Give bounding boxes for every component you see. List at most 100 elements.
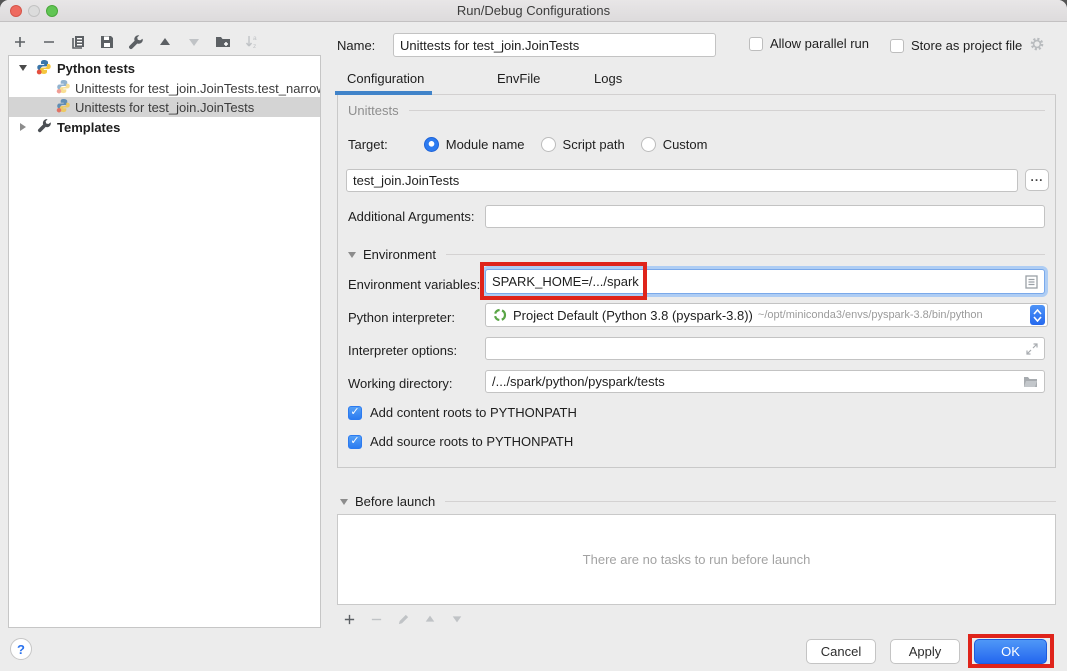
- cancel-button[interactable]: Cancel: [806, 639, 876, 664]
- python-test-icon: [56, 98, 71, 116]
- target-custom-label: Custom: [663, 137, 708, 152]
- environment-variables-input[interactable]: SPARK_HOME=/.../spark: [485, 269, 1045, 294]
- target-label: Target:: [348, 137, 388, 152]
- environment-variables-value: SPARK_HOME=/.../spark: [492, 274, 639, 289]
- run-debug-configurations-dialog: Run/Debug Configurations az Python test: [0, 0, 1067, 671]
- move-up-icon[interactable]: [157, 34, 173, 50]
- section-divider-line: [409, 110, 1045, 111]
- before-launch-task-list: There are no tasks to run before launch: [337, 514, 1056, 605]
- tree-item-label: Unittests for test_join.JoinTests: [75, 100, 254, 115]
- interpreter-options-row: Interpreter options:: [348, 343, 457, 358]
- tree-item-unittests-jointests-selected[interactable]: Unittests for test_join.JoinTests: [9, 97, 320, 117]
- allow-parallel-run-option[interactable]: Allow parallel run: [749, 36, 869, 51]
- tree-item-unittests-test-narrow[interactable]: Unittests for test_join.JoinTests.test_n…: [9, 78, 320, 98]
- python-tests-icon: [36, 59, 52, 78]
- working-directory-value: /.../spark/python/pyspark/tests: [492, 374, 665, 389]
- python-interpreter-select[interactable]: Project Default (Python 3.8 (pyspark-3.8…: [485, 303, 1048, 327]
- titlebar: Run/Debug Configurations: [0, 0, 1067, 22]
- environment-section-header[interactable]: Environment: [348, 247, 1045, 262]
- expand-field-icon[interactable]: [1026, 343, 1038, 355]
- add-source-roots-label: Add source roots to PYTHONPATH: [370, 434, 573, 449]
- apply-button[interactable]: Apply: [890, 639, 960, 664]
- target-module-name-label: Module name: [446, 137, 525, 152]
- additional-arguments-row: Additional Arguments:: [348, 209, 474, 224]
- target-module-name-radio[interactable]: [424, 137, 439, 152]
- section-divider-line: [446, 254, 1045, 255]
- templates-wrench-icon: [37, 118, 52, 136]
- section-divider-line: [445, 501, 1056, 502]
- interpreter-icon: [493, 308, 507, 322]
- move-task-up-icon[interactable]: [422, 611, 438, 627]
- move-task-down-icon[interactable]: [449, 611, 465, 627]
- module-name-input[interactable]: [346, 169, 1018, 192]
- add-task-icon[interactable]: [341, 611, 357, 627]
- name-input[interactable]: [393, 33, 716, 57]
- add-content-roots-label: Add content roots to PYTHONPATH: [370, 405, 577, 420]
- interpreter-dropdown-stepper-icon[interactable]: [1030, 305, 1045, 325]
- move-down-icon[interactable]: [186, 34, 202, 50]
- name-label: Name:: [337, 38, 375, 53]
- store-as-project-file-label: Store as project file: [911, 38, 1022, 53]
- allow-parallel-run-checkbox[interactable]: [749, 37, 763, 51]
- python-interpreter-value: Project Default (Python 3.8 (pyspark-3.8…: [513, 308, 753, 323]
- working-directory-row: Working directory:: [348, 376, 453, 391]
- tab-configuration[interactable]: Configuration: [347, 71, 424, 86]
- browse-folder-icon[interactable]: [1023, 375, 1038, 388]
- ok-button[interactable]: OK: [974, 639, 1047, 664]
- save-configuration-icon[interactable]: [99, 34, 115, 50]
- add-source-roots-checkbox[interactable]: ✓: [348, 435, 362, 449]
- configurations-tree: Python tests Unittests for test_join.Joi…: [8, 55, 321, 628]
- before-launch-collapse-icon[interactable]: [340, 499, 348, 505]
- svg-text:z: z: [253, 43, 256, 50]
- store-as-project-file-option[interactable]: Store as project file: [890, 36, 1045, 55]
- remove-task-icon[interactable]: [368, 611, 384, 627]
- edit-environment-variables-icon[interactable]: [1025, 275, 1038, 289]
- copy-configuration-icon[interactable]: [70, 34, 86, 50]
- tree-item-templates[interactable]: Templates: [9, 117, 320, 137]
- help-button[interactable]: ?: [10, 638, 32, 660]
- tree-item-label: Templates: [57, 120, 120, 135]
- tree-item-python-tests[interactable]: Python tests: [9, 58, 320, 78]
- python-interpreter-path: ~/opt/miniconda3/envs/pyspark-3.8/bin/py…: [758, 309, 983, 321]
- store-options-gear-icon[interactable]: [1029, 36, 1045, 55]
- add-content-roots-checkbox[interactable]: ✓: [348, 406, 362, 420]
- target-row: Target: Module name Script path Custom: [348, 137, 707, 152]
- add-content-roots-option[interactable]: ✓ Add content roots to PYTHONPATH: [348, 405, 577, 420]
- before-launch-section-header[interactable]: Before launch: [340, 494, 1056, 509]
- unittests-section-header: Unittests: [348, 103, 1045, 118]
- allow-parallel-run-label: Allow parallel run: [770, 36, 869, 51]
- environment-section-label: Environment: [363, 247, 436, 262]
- browse-module-button[interactable]: ...: [1025, 169, 1049, 191]
- add-configuration-icon[interactable]: [12, 34, 28, 50]
- svg-text:a: a: [253, 35, 257, 42]
- store-as-project-file-checkbox[interactable]: [890, 39, 904, 53]
- before-launch-label: Before launch: [355, 494, 435, 509]
- additional-arguments-input[interactable]: [485, 205, 1045, 228]
- target-script-path-radio[interactable]: [541, 137, 556, 152]
- environment-collapse-icon[interactable]: [348, 252, 356, 258]
- expand-arrow-icon[interactable]: [19, 65, 27, 71]
- before-launch-empty-message: There are no tasks to run before launch: [583, 552, 811, 567]
- window-title: Run/Debug Configurations: [0, 3, 1067, 18]
- edit-templates-icon[interactable]: [128, 34, 144, 50]
- tree-item-label: Python tests: [57, 61, 135, 76]
- new-folder-icon[interactable]: [215, 34, 231, 50]
- target-custom-radio[interactable]: [641, 137, 656, 152]
- environment-variables-label: Environment variables:: [348, 277, 480, 292]
- remove-configuration-icon[interactable]: [41, 34, 57, 50]
- add-source-roots-option[interactable]: ✓ Add source roots to PYTHONPATH: [348, 434, 573, 449]
- environment-variables-row: Environment variables:: [348, 277, 480, 292]
- python-interpreter-row: Python interpreter:: [348, 310, 455, 325]
- sort-configurations-icon[interactable]: az: [244, 34, 260, 50]
- before-launch-toolbar: [341, 611, 465, 627]
- interpreter-options-label: Interpreter options:: [348, 343, 457, 358]
- tab-logs[interactable]: Logs: [594, 71, 622, 86]
- unittests-section-label: Unittests: [348, 103, 399, 118]
- tab-envfile[interactable]: EnvFile: [497, 71, 540, 86]
- working-directory-input[interactable]: /.../spark/python/pyspark/tests: [485, 370, 1045, 393]
- collapse-arrow-icon[interactable]: [20, 123, 26, 131]
- additional-arguments-label: Additional Arguments:: [348, 209, 474, 224]
- interpreter-options-input[interactable]: [485, 337, 1045, 360]
- python-interpreter-label: Python interpreter:: [348, 310, 455, 325]
- edit-task-icon[interactable]: [395, 611, 411, 627]
